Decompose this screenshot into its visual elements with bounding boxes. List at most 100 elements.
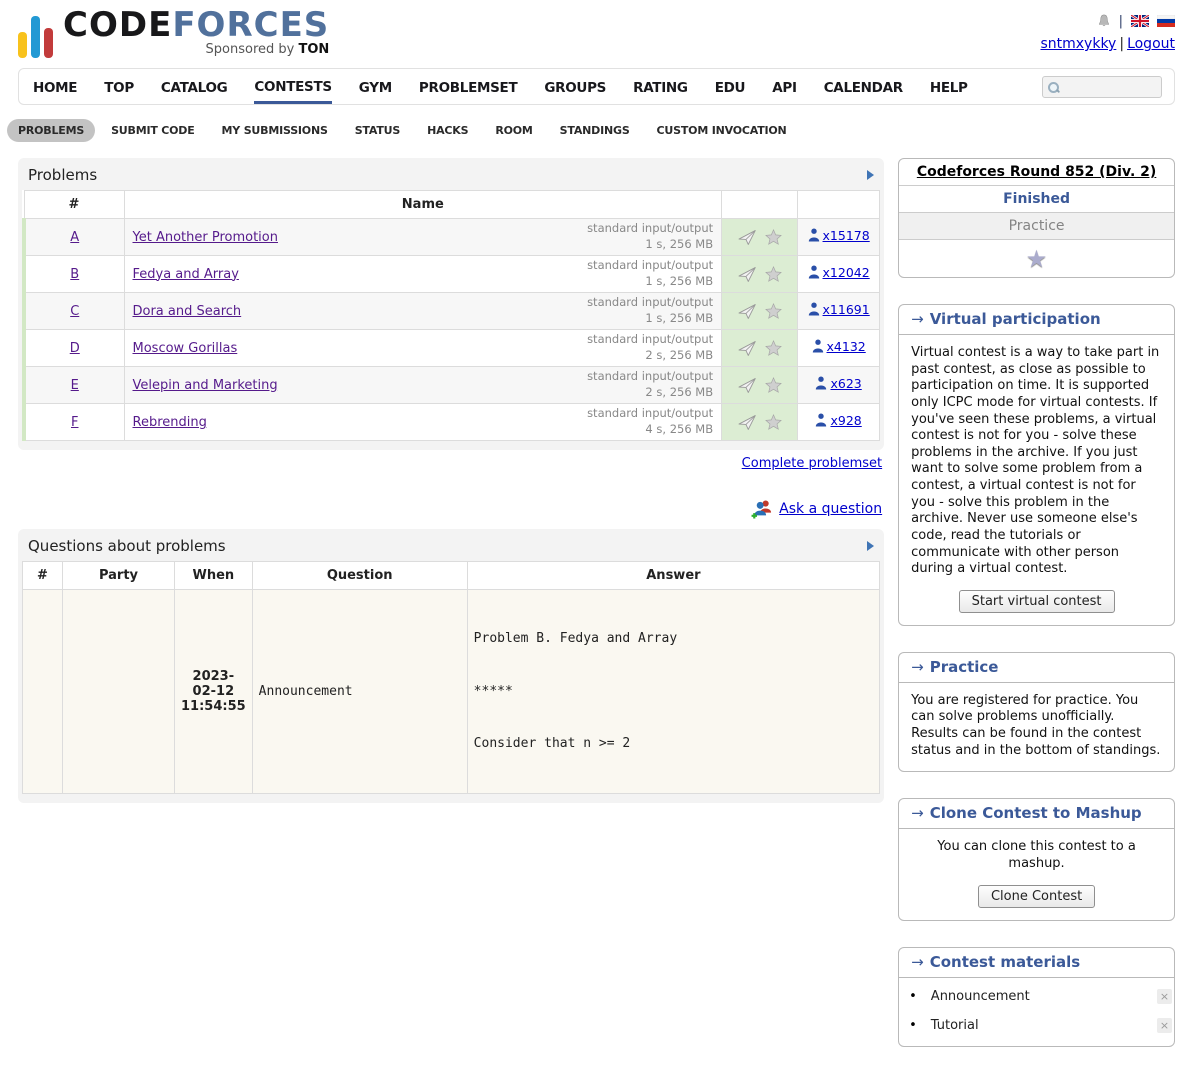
search-icon bbox=[1047, 81, 1060, 94]
nav-item-help[interactable]: HELP bbox=[930, 71, 968, 102]
contest-favorite-star-icon[interactable]: ★ bbox=[1026, 245, 1048, 273]
subnav-custom-invocation[interactable]: CUSTOM INVOCATION bbox=[646, 119, 798, 142]
problem-name-link[interactable]: Rebrending bbox=[133, 415, 207, 430]
q-col-question: Question bbox=[252, 562, 467, 590]
solved-count-link[interactable]: x4132 bbox=[827, 339, 866, 354]
q-col-answer: Answer bbox=[467, 562, 879, 590]
practice-title: Practice bbox=[930, 658, 999, 676]
question-num bbox=[23, 590, 63, 794]
solved-count-link[interactable]: x623 bbox=[830, 376, 861, 391]
start-virtual-contest-button[interactable]: Start virtual contest bbox=[959, 590, 1115, 613]
submit-plane-icon[interactable] bbox=[738, 340, 757, 357]
contest-sub-nav: PROBLEMS SUBMIT CODE MY SUBMISSIONS STAT… bbox=[7, 119, 1175, 142]
practice-body-text: You are registered for practice. You can… bbox=[899, 683, 1174, 772]
favorite-star-icon[interactable] bbox=[765, 303, 782, 319]
expand-arrow-icon[interactable] bbox=[867, 170, 874, 180]
favorite-star-icon[interactable] bbox=[765, 340, 782, 356]
q-col-when: When bbox=[175, 562, 253, 590]
nav-item-top[interactable]: TOP bbox=[104, 71, 134, 102]
subnav-room[interactable]: ROOM bbox=[484, 119, 543, 142]
submit-plane-icon[interactable] bbox=[738, 303, 757, 320]
solved-person-icon bbox=[808, 265, 820, 279]
problem-constraints: standard input/output2 s, 256 MB bbox=[587, 369, 713, 400]
solved-count-link[interactable]: x11691 bbox=[823, 302, 870, 317]
material-tutorial-link[interactable]: Tutorial bbox=[931, 1018, 1157, 1033]
contest-title-link[interactable]: Codeforces Round 852 (Div. 2) bbox=[917, 164, 1156, 180]
flag-uk-icon[interactable] bbox=[1131, 15, 1149, 27]
expand-arrow-icon[interactable] bbox=[867, 541, 874, 551]
problem-constraints: standard input/output1 s, 256 MB bbox=[587, 221, 713, 252]
logout-link[interactable]: Logout bbox=[1127, 36, 1175, 52]
solved-person-icon bbox=[815, 413, 827, 427]
problem-name-link[interactable]: Moscow Gorillas bbox=[133, 341, 238, 356]
questions-table: Questions about problems # Party When Qu… bbox=[18, 529, 884, 803]
submit-plane-icon[interactable] bbox=[738, 414, 757, 431]
username-link[interactable]: sntmxykky bbox=[1040, 36, 1116, 52]
problem-constraints: standard input/output1 s, 256 MB bbox=[587, 258, 713, 289]
solved-count-link[interactable]: x15178 bbox=[823, 228, 870, 243]
problem-letter-link[interactable]: D bbox=[70, 341, 80, 356]
solved-person-icon bbox=[808, 302, 820, 316]
close-icon[interactable] bbox=[1157, 989, 1172, 1004]
logo-wordmark: CODEFORCES bbox=[63, 8, 329, 42]
close-icon[interactable] bbox=[1157, 1018, 1172, 1033]
problem-row: E Velepin and Marketing standard input/o… bbox=[24, 367, 880, 404]
complete-problemset-link[interactable]: Complete problemset bbox=[742, 456, 882, 471]
bullet-icon: • bbox=[909, 989, 917, 1004]
codeforces-logo[interactable]: CODEFORCES Sponsored by TON bbox=[18, 8, 329, 58]
submit-plane-icon[interactable] bbox=[738, 377, 757, 394]
problem-letter-link[interactable]: A bbox=[70, 230, 79, 245]
favorite-star-icon[interactable] bbox=[765, 377, 782, 393]
nav-item-groups[interactable]: GROUPS bbox=[544, 71, 606, 102]
nav-item-problemset[interactable]: PROBLEMSET bbox=[419, 71, 517, 102]
subnav-hacks[interactable]: HACKS bbox=[416, 119, 479, 142]
questions-table-title: Questions about problems bbox=[28, 537, 226, 555]
material-item: • Announcement bbox=[899, 982, 1174, 1011]
subnav-my-submissions[interactable]: MY SUBMISSIONS bbox=[211, 119, 339, 142]
problem-name-link[interactable]: Velepin and Marketing bbox=[133, 378, 278, 393]
problem-letter-link[interactable]: B bbox=[70, 267, 79, 282]
submit-plane-icon[interactable] bbox=[738, 266, 757, 283]
problem-name-link[interactable]: Fedya and Array bbox=[133, 267, 239, 282]
nav-item-edu[interactable]: EDU bbox=[715, 71, 746, 102]
solved-count-link[interactable]: x928 bbox=[830, 413, 861, 428]
nav-item-contests[interactable]: CONTESTS bbox=[254, 70, 331, 104]
problem-row: C Dora and Search standard input/output1… bbox=[24, 293, 880, 330]
subnav-problems[interactable]: PROBLEMS bbox=[7, 119, 95, 142]
nav-item-gym[interactable]: GYM bbox=[359, 71, 392, 102]
problem-letter-link[interactable]: F bbox=[71, 415, 78, 430]
nav-item-rating[interactable]: RATING bbox=[633, 71, 688, 102]
solved-count-link[interactable]: x12042 bbox=[823, 265, 870, 280]
material-announcement-link[interactable]: Announcement bbox=[931, 989, 1157, 1004]
subnav-standings[interactable]: STANDINGS bbox=[549, 119, 641, 142]
nav-item-calendar[interactable]: CALENDAR bbox=[824, 71, 903, 102]
nav-item-catalog[interactable]: CATALOG bbox=[161, 71, 228, 102]
problem-letter-link[interactable]: C bbox=[70, 304, 79, 319]
q-col-party: Party bbox=[63, 562, 175, 590]
bell-icon[interactable] bbox=[1097, 14, 1111, 29]
contest-mode: Practice bbox=[899, 213, 1174, 240]
subnav-status[interactable]: STATUS bbox=[344, 119, 411, 142]
search-box[interactable] bbox=[1042, 76, 1162, 98]
submit-plane-icon[interactable] bbox=[738, 229, 757, 246]
question-when: 2023-02-12 11:54:55 bbox=[175, 590, 253, 794]
question-text: Announcement bbox=[252, 590, 467, 794]
favorite-star-icon[interactable] bbox=[765, 414, 782, 430]
problem-name-link[interactable]: Dora and Search bbox=[133, 304, 242, 319]
problem-row: B Fedya and Array standard input/output1… bbox=[24, 256, 880, 293]
favorite-star-icon[interactable] bbox=[765, 266, 782, 282]
nav-item-api[interactable]: API bbox=[772, 71, 796, 102]
favorite-star-icon[interactable] bbox=[765, 229, 782, 245]
problem-letter-link[interactable]: E bbox=[71, 378, 79, 393]
arrow-icon: → bbox=[911, 804, 924, 822]
solved-person-icon bbox=[815, 376, 827, 390]
nav-item-home[interactable]: HOME bbox=[33, 71, 77, 102]
clone-body-text: You can clone this contest to a mashup. bbox=[937, 839, 1136, 871]
search-input[interactable] bbox=[1064, 80, 1156, 94]
clone-contest-button[interactable]: Clone Contest bbox=[978, 885, 1095, 908]
question-party bbox=[63, 590, 175, 794]
ask-question-link[interactable]: Ask a question bbox=[779, 501, 882, 517]
flag-ru-icon[interactable] bbox=[1157, 15, 1175, 27]
subnav-submit-code[interactable]: SUBMIT CODE bbox=[100, 119, 205, 142]
problem-name-link[interactable]: Yet Another Promotion bbox=[133, 230, 278, 245]
